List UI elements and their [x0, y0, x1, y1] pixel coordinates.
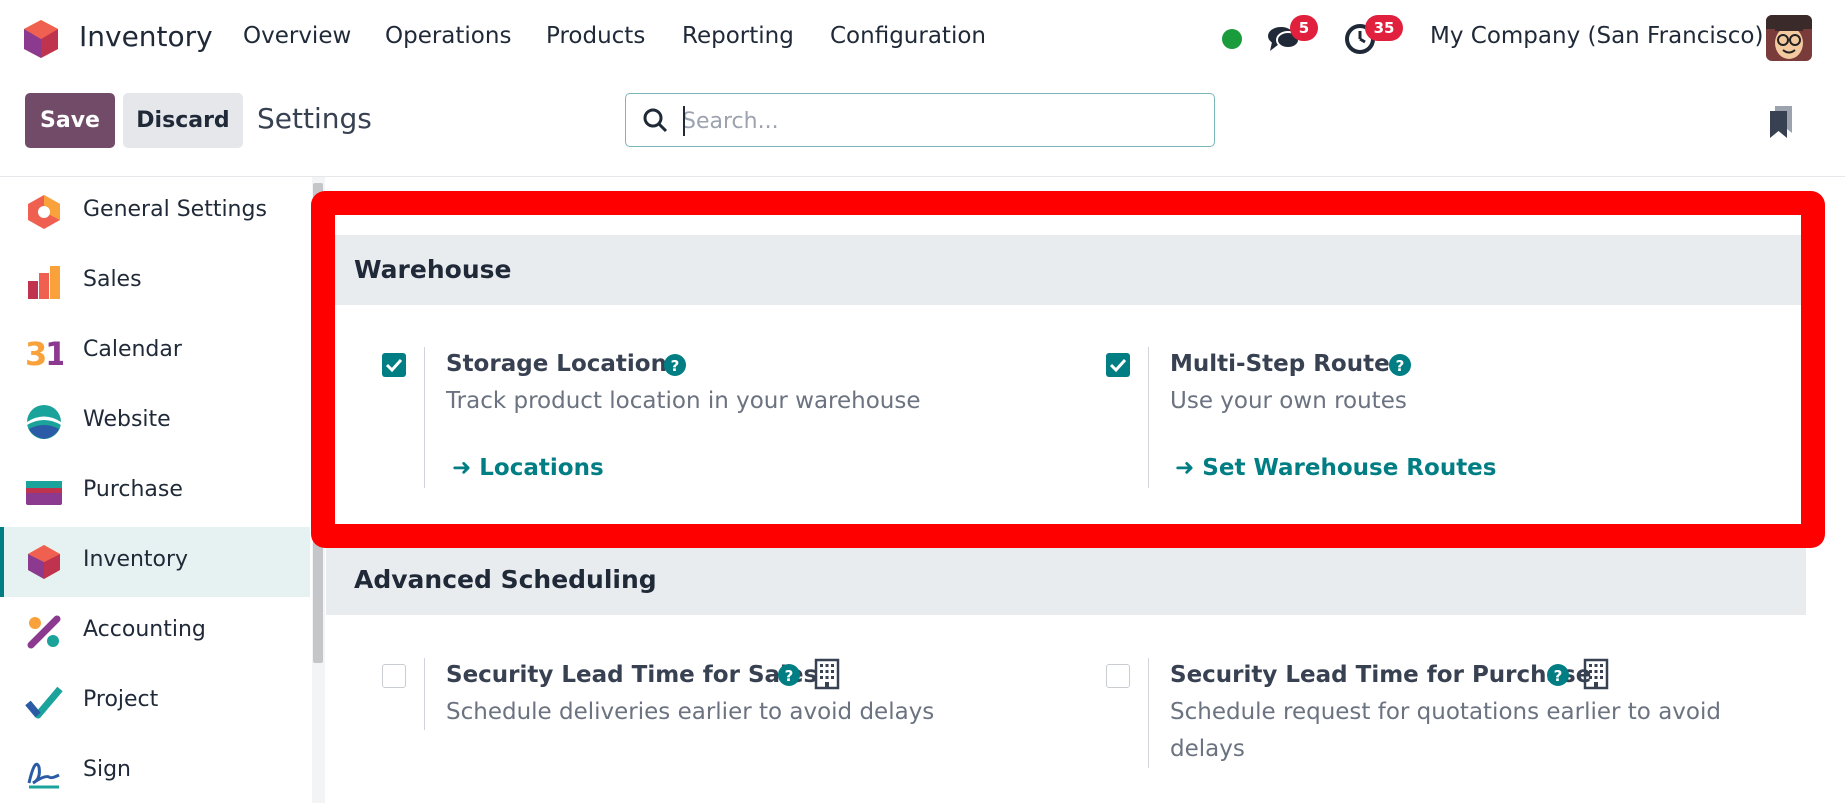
breadcrumb: Settings — [257, 102, 372, 135]
menu-operations[interactable]: Operations — [385, 23, 511, 49]
storage-locations-checkbox[interactable] — [382, 353, 406, 377]
inventory-icon — [28, 545, 60, 579]
menu-overview[interactable]: Overview — [243, 23, 351, 49]
top-navbar: Inventory Overview Operations Products R… — [0, 0, 1845, 77]
presence-status-indicator — [1222, 29, 1242, 49]
sidebar-item-label: Purchase — [83, 477, 183, 502]
setting-title: Multi-Step Routes — [1170, 351, 1404, 377]
sidebar-item-project[interactable]: Project — [0, 667, 310, 737]
svg-text:?: ? — [671, 357, 680, 375]
security-lead-time-purchase-checkbox[interactable] — [1106, 664, 1130, 688]
sidebar-item-label: Calendar — [83, 337, 182, 362]
checkmark-icon — [385, 358, 403, 373]
set-warehouse-routes-link[interactable]: ➜ Set Warehouse Routes — [1175, 455, 1496, 481]
setting-description: Track product location in your warehouse — [446, 388, 921, 414]
sidebar-item-label: Sign — [83, 757, 131, 782]
help-icon[interactable]: ? — [778, 664, 800, 686]
svg-text:?: ? — [785, 667, 794, 685]
company-building-icon — [814, 658, 840, 690]
activities-badge: 35 — [1365, 15, 1403, 41]
section-title: Warehouse — [354, 255, 512, 284]
svg-text:1: 1 — [45, 335, 63, 371]
setting-description: Use your own routes — [1170, 388, 1407, 414]
svg-text:?: ? — [1396, 357, 1405, 375]
sidebar-item-label: Sales — [83, 267, 142, 292]
menu-reporting[interactable]: Reporting — [682, 23, 794, 49]
sign-icon — [27, 762, 60, 789]
section-header-advanced-scheduling: Advanced Scheduling — [326, 545, 1806, 615]
link-label: Locations — [479, 455, 604, 481]
user-avatar[interactable] — [1766, 15, 1812, 61]
scrollbar-thumb[interactable] — [313, 183, 323, 663]
sidebar-item-label: Website — [83, 407, 171, 432]
sidebar-item-label: Project — [83, 687, 159, 712]
link-label: Set Warehouse Routes — [1202, 455, 1497, 481]
sidebar-item-purchase[interactable]: Purchase — [0, 457, 310, 527]
svg-text:3: 3 — [25, 335, 47, 371]
setting-description: delays — [1170, 736, 1245, 762]
sidebar-item-label: General Settings — [83, 197, 267, 222]
help-icon[interactable]: ? — [1389, 354, 1411, 376]
company-building-icon — [1583, 658, 1609, 690]
messages-badge: 5 — [1290, 15, 1318, 41]
inventory-app-icon[interactable] — [22, 19, 60, 59]
search-icon — [643, 108, 668, 133]
search-box[interactable] — [625, 93, 1215, 147]
setting-title: Security Lead Time for Purchase — [1170, 662, 1592, 688]
setting-divider — [424, 658, 425, 730]
general-settings-icon — [28, 195, 60, 229]
settings-sidebar: General Settings Sales 3 1 Calendar Webs… — [0, 177, 310, 803]
section-header-warehouse: Warehouse — [326, 235, 1806, 305]
security-lead-time-sales-checkbox[interactable] — [382, 664, 406, 688]
purchase-icon — [26, 481, 62, 505]
svg-text:?: ? — [1554, 667, 1563, 685]
sidebar-item-calendar[interactable]: 3 1 Calendar — [0, 317, 310, 387]
app-name[interactable]: Inventory — [79, 20, 213, 53]
text-cursor — [683, 106, 685, 136]
sidebar-item-sign[interactable]: Sign — [0, 737, 310, 807]
locations-link[interactable]: ➜ Locations — [452, 455, 604, 481]
company-switcher[interactable]: My Company (San Francisco) — [1430, 23, 1763, 49]
setting-title: Security Lead Time for Sales — [446, 662, 818, 688]
arrow-right-icon: ➜ — [1175, 455, 1203, 481]
website-icon — [27, 405, 61, 439]
help-icon[interactable]: ? — [664, 354, 686, 376]
setting-divider — [1148, 658, 1149, 768]
project-icon — [25, 686, 63, 719]
multi-step-routes-checkbox[interactable] — [1106, 353, 1130, 377]
accounting-icon — [27, 615, 61, 649]
menu-configuration[interactable]: Configuration — [830, 23, 986, 49]
sales-icon — [28, 266, 60, 299]
sidebar-item-inventory[interactable]: Inventory — [0, 527, 310, 597]
checkmark-icon — [1109, 358, 1127, 373]
setting-divider — [424, 347, 425, 488]
sidebar-item-sales[interactable]: Sales — [0, 247, 310, 317]
search-input[interactable] — [680, 103, 1204, 139]
arrow-right-icon: ➜ — [452, 455, 480, 481]
calendar-icon: 3 1 — [25, 335, 63, 371]
save-button[interactable]: Save — [25, 93, 115, 148]
sidebar-item-website[interactable]: Website — [0, 387, 310, 457]
discard-button[interactable]: Discard — [123, 93, 243, 148]
setting-divider — [1148, 347, 1149, 488]
setting-description: Schedule request for quotations earlier … — [1170, 699, 1721, 725]
sidebar-item-label: Inventory — [83, 547, 189, 572]
bookmark-icon[interactable] — [1768, 105, 1794, 139]
section-title: Advanced Scheduling — [354, 565, 657, 594]
setting-title: Storage Locations — [446, 351, 681, 377]
help-icon[interactable]: ? — [1547, 664, 1569, 686]
menu-products[interactable]: Products — [546, 23, 645, 49]
sidebar-item-general-settings[interactable]: General Settings — [0, 177, 310, 247]
sidebar-item-accounting[interactable]: Accounting — [0, 597, 310, 667]
setting-description: Schedule deliveries earlier to avoid del… — [446, 699, 935, 725]
sidebar-item-label: Accounting — [83, 617, 206, 642]
